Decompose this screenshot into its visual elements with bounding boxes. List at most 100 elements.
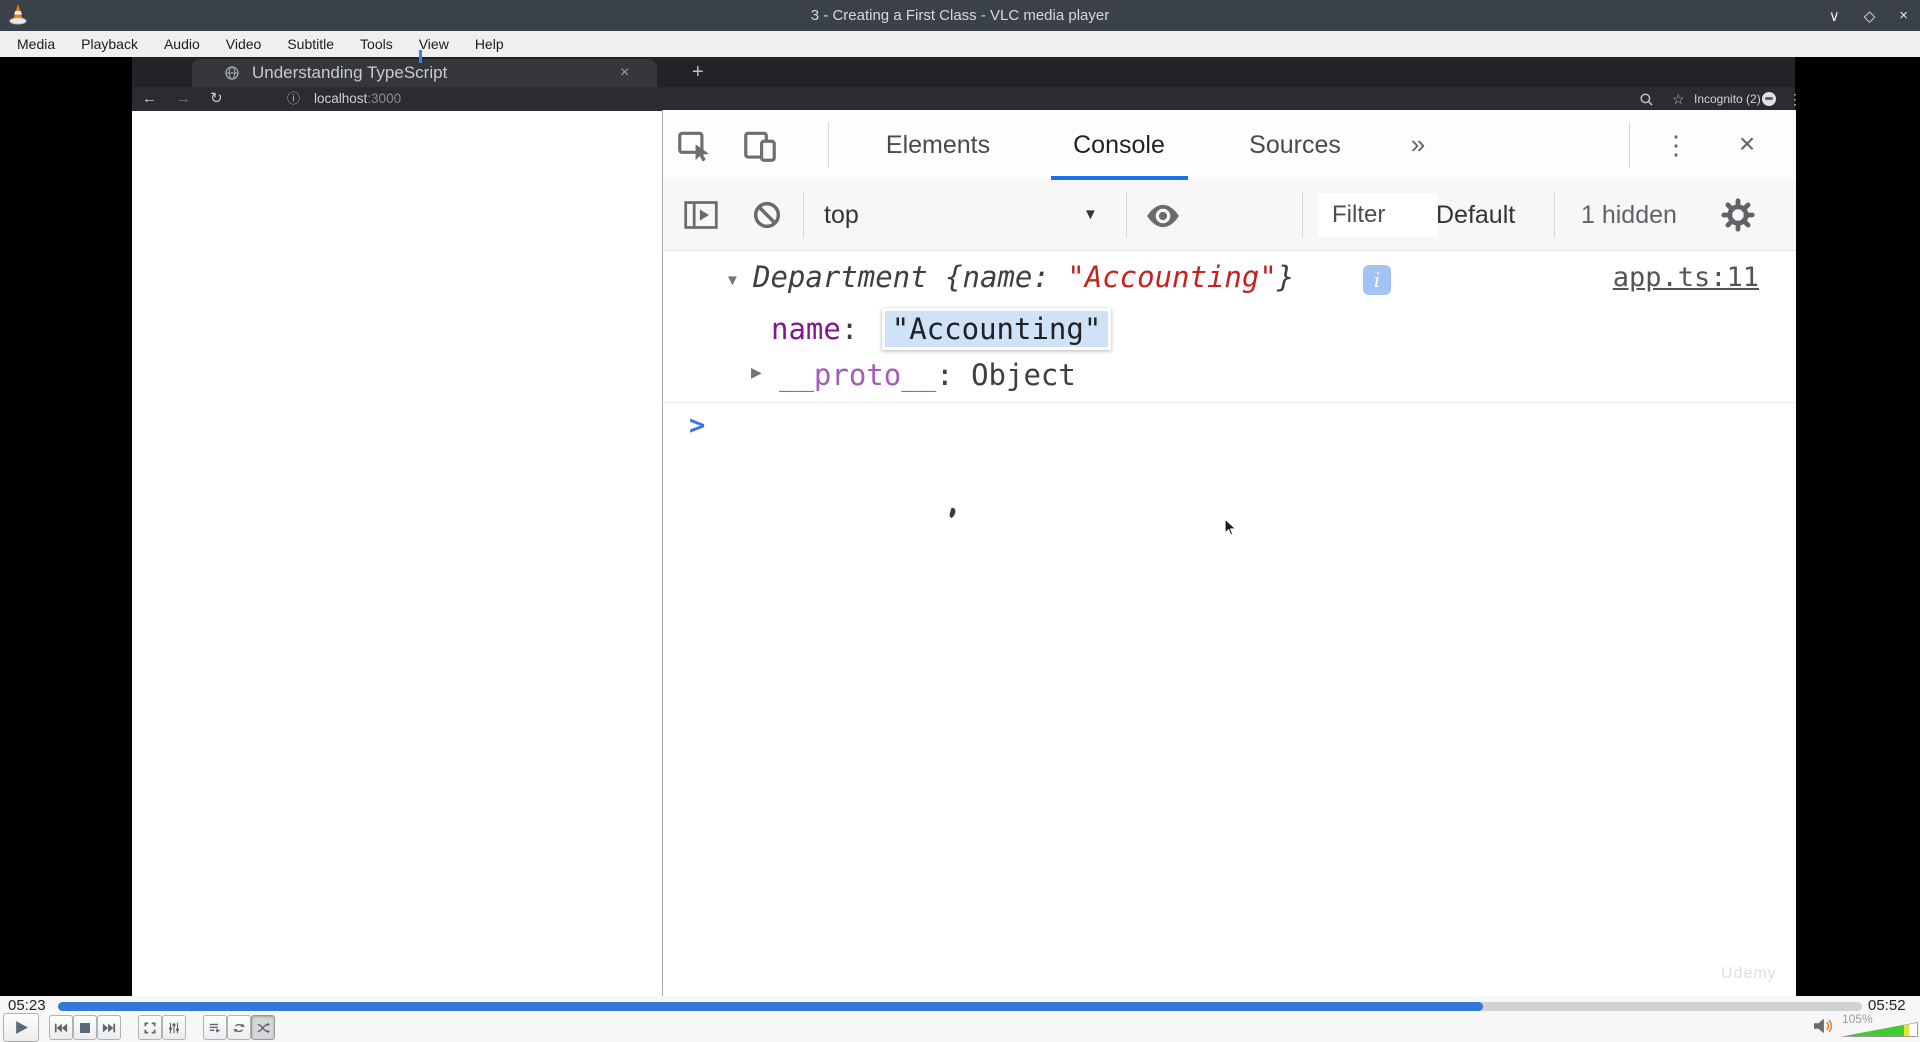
- incognito-avatar-icon[interactable]: [1762, 92, 1776, 106]
- search-icon[interactable]: [1640, 93, 1653, 106]
- console-filter-input[interactable]: [1318, 193, 1438, 237]
- separator: [828, 122, 829, 168]
- console-divider: [663, 402, 1796, 403]
- context-selector[interactable]: top: [824, 180, 859, 250]
- devtools-close-icon[interactable]: ×: [1729, 110, 1765, 180]
- tab-console[interactable]: Console: [1039, 110, 1199, 180]
- forward-icon[interactable]: →: [176, 87, 191, 111]
- menu-media[interactable]: Media: [4, 31, 68, 57]
- object-property-row: name: "Accounting": [771, 308, 1112, 350]
- tab-sources[interactable]: Sources: [1215, 110, 1375, 180]
- page-info-icon[interactable]: ⓘ: [287, 87, 300, 111]
- source-location-link[interactable]: app.ts:11: [1613, 262, 1759, 293]
- browser-toolbar: ← → ↻ ⓘ localhost:3000 ☆ Incognito (2) ⋮: [132, 87, 1802, 111]
- object-preview-string: "Accounting": [1067, 260, 1277, 294]
- minimize-icon[interactable]: ∨: [1829, 7, 1840, 25]
- fullscreen-button[interactable]: [138, 1015, 162, 1040]
- console-sidebar-toggle-icon[interactable]: [684, 199, 718, 231]
- menu-help[interactable]: Help: [462, 31, 517, 57]
- vlc-controller: 05:23 05:52 105%: [0, 996, 1920, 1042]
- device-toolbar-icon[interactable]: [741, 127, 779, 165]
- fullscreen-icon: [144, 1021, 156, 1034]
- browser-tabstrip: Understanding TypeScript × +: [132, 57, 1795, 87]
- devtools-menu-icon[interactable]: ⋮: [1658, 110, 1694, 180]
- proto-colon: :: [936, 358, 972, 392]
- context-caret-icon[interactable]: ▼: [1083, 180, 1098, 250]
- volume-speaker-icon[interactable]: [1812, 1017, 1834, 1035]
- extended-settings-button[interactable]: [162, 1015, 186, 1040]
- video-watermark: Udemy: [1721, 965, 1777, 982]
- random-button[interactable]: [251, 1015, 275, 1040]
- seek-bar-fill: [58, 1002, 1484, 1011]
- browser-menu-icon[interactable]: ⋮: [1788, 87, 1802, 111]
- console-toolbar: top ▼ Default 1 hidden: [663, 180, 1796, 251]
- more-tabs-icon[interactable]: »: [1398, 110, 1438, 180]
- url-host: localhost: [314, 91, 368, 106]
- object-expand-toggle-icon[interactable]: ▼: [725, 272, 740, 289]
- elapsed-time: 05:23: [8, 997, 46, 1014]
- incognito-badge: Incognito (2): [1694, 92, 1761, 106]
- mouse-cursor: [1224, 518, 1238, 536]
- reload-icon[interactable]: ↻: [210, 87, 223, 111]
- menu-audio[interactable]: Audio: [151, 31, 213, 57]
- vlc-menubar: Media Playback Audio Video Subtitle Tool…: [0, 31, 1920, 58]
- bookmark-star-icon[interactable]: ☆: [1672, 87, 1685, 111]
- object-preview-close: }: [1276, 260, 1295, 294]
- next-button[interactable]: [97, 1015, 121, 1040]
- maximize-icon[interactable]: ◇: [1864, 7, 1876, 25]
- console-prompt-chevron[interactable]: >: [689, 410, 705, 441]
- menu-tools[interactable]: Tools: [347, 31, 406, 57]
- window-controls: ∨ ◇ ×: [1829, 0, 1908, 31]
- tab-favicon-globe-icon: [225, 66, 239, 80]
- stop-button[interactable]: [73, 1015, 97, 1040]
- previous-button[interactable]: [49, 1015, 73, 1040]
- menu-view[interactable]: View: [406, 31, 462, 57]
- total-time: 05:52: [1868, 997, 1906, 1014]
- console-log-object-preview[interactable]: Department {name: "Accounting"}: [753, 260, 1294, 294]
- proto-value: Object: [971, 358, 1076, 392]
- tab-elements[interactable]: Elements: [858, 110, 1018, 180]
- loop-button[interactable]: [227, 1015, 251, 1040]
- live-expression-eye-icon[interactable]: [1144, 201, 1182, 231]
- settings-gear-icon[interactable]: [1719, 196, 1757, 234]
- tab-title: Understanding TypeScript: [252, 63, 448, 82]
- proto-expand-toggle-icon[interactable]: ▶: [751, 364, 762, 381]
- separator: [1302, 192, 1303, 238]
- back-icon[interactable]: ←: [142, 87, 157, 111]
- seek-bar[interactable]: [58, 1002, 1862, 1011]
- property-key: name: [771, 312, 841, 346]
- loop-icon: [233, 1022, 245, 1033]
- caret-artifact: [419, 50, 422, 63]
- previous-icon: [54, 1023, 68, 1032]
- play-button[interactable]: [3, 1013, 39, 1042]
- vlc-titlebar: 3 - Creating a First Class - VLC media p…: [0, 0, 1920, 31]
- menu-subtitle[interactable]: Subtitle: [274, 31, 347, 57]
- next-icon: [102, 1023, 116, 1032]
- close-icon[interactable]: ×: [1899, 7, 1908, 24]
- browser-tab[interactable]: Understanding TypeScript ×: [192, 59, 657, 87]
- proto-key: __proto__: [779, 358, 937, 392]
- info-badge-icon[interactable]: i: [1363, 265, 1391, 295]
- menu-video[interactable]: Video: [213, 31, 275, 57]
- new-tab-button[interactable]: +: [692, 57, 704, 87]
- property-value-highlighted: "Accounting": [881, 308, 1112, 350]
- property-colon: :: [840, 312, 876, 346]
- devtools-panel: Elements Console Sources » ⋮ × top ▼ Fil…: [662, 110, 1796, 996]
- shuffle-icon: [257, 1022, 270, 1033]
- window-title: 3 - Creating a First Class - VLC media p…: [810, 7, 1110, 24]
- playlist-button[interactable]: [203, 1015, 227, 1040]
- proto-row: __proto__: Object: [779, 358, 1076, 392]
- address-bar[interactable]: localhost:3000: [314, 87, 401, 111]
- separator: [1554, 192, 1555, 238]
- hidden-messages-badge[interactable]: 1 hidden: [1581, 180, 1677, 250]
- equalizer-icon: [169, 1022, 179, 1033]
- separator: [1126, 192, 1127, 238]
- inspect-element-icon[interactable]: [675, 127, 713, 165]
- separator: [1629, 122, 1630, 168]
- volume-percent-label: 105%: [1842, 1012, 1873, 1026]
- log-level-dropdown[interactable]: Default: [1436, 180, 1515, 250]
- tab-close-icon[interactable]: ×: [620, 59, 629, 87]
- menu-playback[interactable]: Playback: [68, 31, 151, 57]
- playlist-icon: [209, 1023, 221, 1033]
- clear-console-icon[interactable]: [751, 199, 783, 231]
